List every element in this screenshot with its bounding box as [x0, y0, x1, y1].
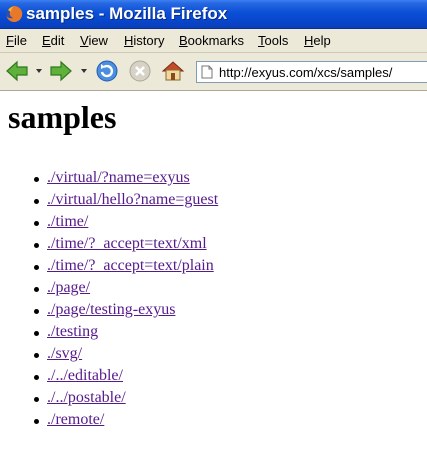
window-title: samples - Mozilla Firefox: [26, 4, 228, 23]
back-arrow-icon[interactable]: [4, 58, 30, 84]
menubar: File Edit View History Bookmarks Tools H…: [0, 29, 427, 53]
forward-history-dropdown[interactable]: [81, 69, 87, 73]
bullet: [34, 331, 39, 336]
sample-link[interactable]: ./time/?_accept=text/xml: [47, 235, 207, 253]
bullet: [34, 243, 39, 248]
window-titlebar: samples - Mozilla Firefox: [0, 0, 427, 29]
bullet: [34, 309, 39, 314]
bullet: [34, 353, 39, 358]
menu-history[interactable]: History: [124, 33, 164, 48]
sample-link[interactable]: ./remote/: [47, 411, 104, 429]
menu-help[interactable]: Help: [304, 33, 331, 48]
bullet: [34, 397, 39, 402]
stop-icon[interactable]: [127, 58, 153, 84]
sample-link[interactable]: ./virtual/hello?name=guest: [47, 191, 218, 209]
sample-link[interactable]: ./../editable/: [47, 367, 123, 385]
sample-link[interactable]: ./virtual/?name=exyus: [47, 169, 190, 187]
bullet: [34, 419, 39, 424]
page-content: samples ./virtual/?name=exyus ./virtual/…: [0, 91, 427, 452]
url-bar[interactable]: [196, 61, 427, 83]
sample-link[interactable]: ./time/?_accept=text/plain: [47, 257, 214, 275]
navigation-toolbar: [0, 53, 427, 91]
sample-link[interactable]: ./svg/: [47, 345, 82, 363]
bullet: [34, 375, 39, 380]
menu-tools[interactable]: Tools: [258, 33, 288, 48]
menu-bookmarks[interactable]: Bookmarks: [179, 33, 244, 48]
forward-arrow-icon[interactable]: [48, 58, 74, 84]
home-icon[interactable]: [160, 58, 186, 84]
sample-link[interactable]: ./page/testing-exyus: [47, 301, 175, 319]
page-heading: samples: [8, 99, 117, 135]
menu-edit[interactable]: Edit: [42, 33, 64, 48]
bullet: [34, 265, 39, 270]
menu-file[interactable]: File: [6, 33, 27, 48]
reload-icon[interactable]: [94, 58, 120, 84]
menu-view[interactable]: View: [80, 33, 108, 48]
firefox-icon: [6, 5, 23, 22]
sample-link[interactable]: ./time/: [47, 213, 88, 231]
url-input[interactable]: [219, 63, 427, 81]
bullet: [34, 199, 39, 204]
sample-link[interactable]: ./testing: [47, 323, 98, 341]
page-icon: [201, 65, 213, 79]
back-history-dropdown[interactable]: [36, 69, 42, 73]
sample-link[interactable]: ./page/: [47, 279, 90, 297]
sample-link[interactable]: ./../postable/: [47, 389, 126, 407]
bullet: [34, 177, 39, 182]
bullet: [34, 287, 39, 292]
bullet: [34, 221, 39, 226]
